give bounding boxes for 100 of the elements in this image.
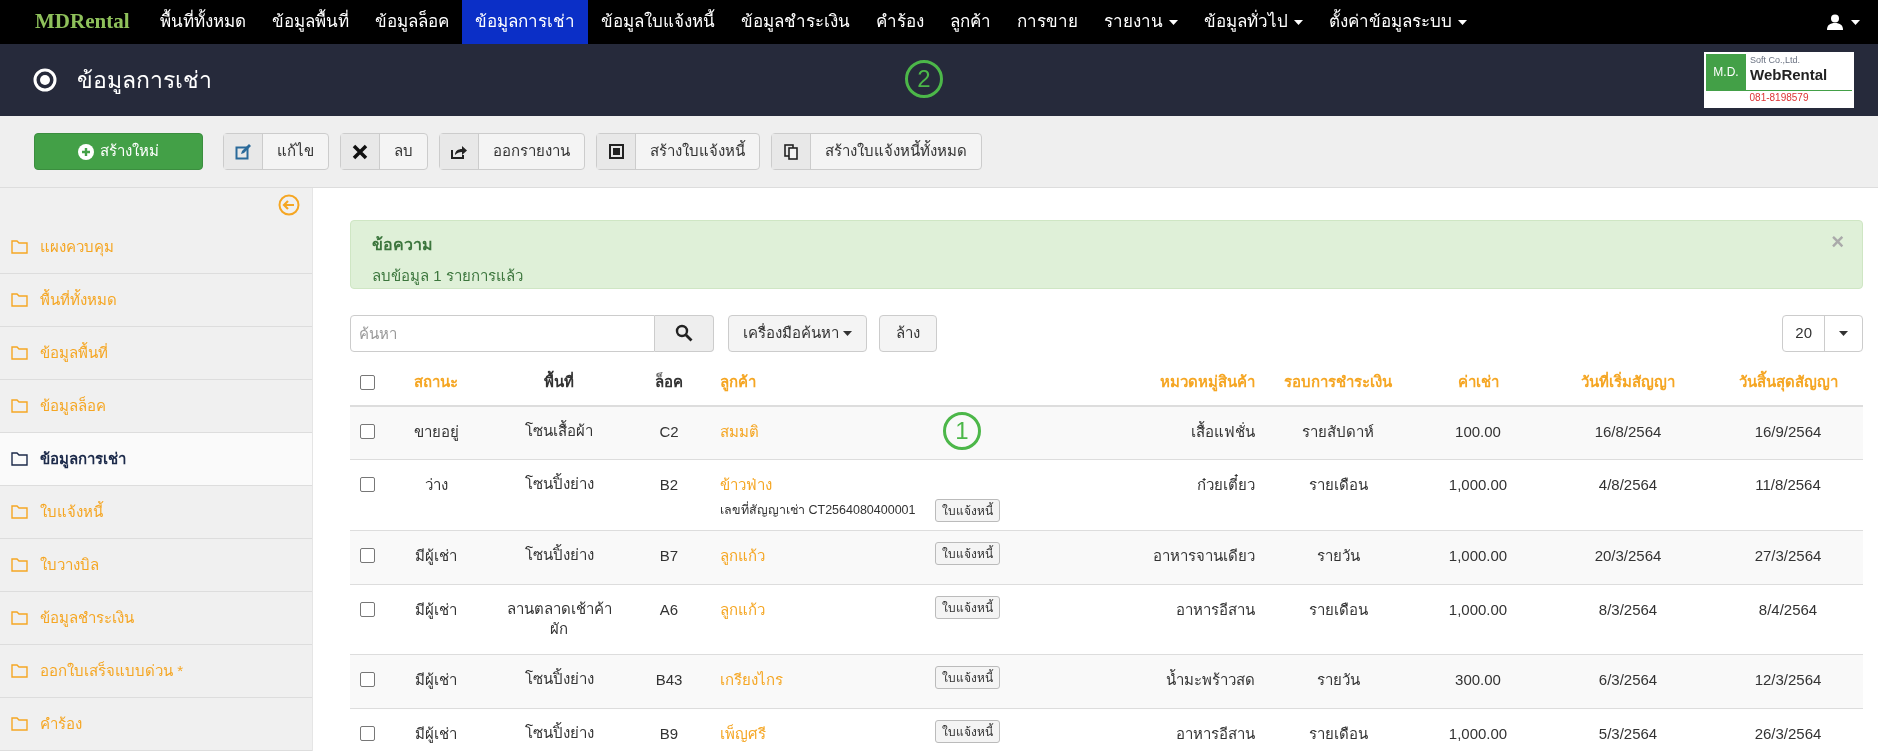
caret-icon: [1169, 19, 1179, 25]
toolbar-button[interactable]: ออกรายงาน: [439, 133, 585, 170]
copy-icon: [784, 143, 798, 160]
alert-title: ข้อความ: [372, 235, 434, 255]
table-cell: รายเดือน: [1308, 601, 1368, 618]
checkbox[interactable]: [360, 423, 375, 439]
nav-item[interactable]: พื้นที่ทั้งหมด: [147, 0, 260, 44]
close-icon: [352, 143, 368, 160]
table-cell: 16/9/2564: [1754, 422, 1822, 440]
table-cell: 6/3/2564: [1598, 671, 1658, 688]
caret-icon: [1294, 19, 1304, 25]
nav-item[interactable]: ข้อมูลชำระเงิน: [728, 0, 864, 44]
table-cell: A6: [659, 601, 679, 618]
logo-phone: 081-8198579: [1749, 91, 1809, 105]
clear-button[interactable]: ล้าง: [879, 314, 937, 352]
table-cell: มีผู้เช่า: [415, 547, 457, 564]
table-cell: 20/3/2564: [1594, 547, 1662, 564]
checkbox[interactable]: [360, 374, 375, 390]
nav-item[interactable]: รายงาน: [1091, 0, 1192, 44]
folder-icon: [11, 717, 28, 731]
invoice-button[interactable]: ใบแจ้งหนี้: [935, 720, 1000, 743]
folder-icon: [11, 505, 28, 519]
target-icon: [33, 68, 57, 92]
table-cell: ขายอยู่: [413, 422, 459, 440]
checkbox[interactable]: [360, 726, 375, 741]
callout-number: 2: [905, 60, 943, 98]
table-cell: โซนปิ้งย่าง: [524, 475, 594, 492]
logo-mark: M.D.: [1706, 54, 1746, 90]
table-cell: 27/3/2564: [1754, 547, 1822, 564]
folder-icon: [11, 240, 28, 254]
table-cell: รายเดือน: [1308, 725, 1368, 742]
nav-item[interactable]: คำร้อง: [863, 0, 938, 44]
toolbar-button[interactable]: ลบ: [340, 133, 428, 170]
folder-icon: [11, 558, 28, 572]
column-header: พื้นที่: [484, 359, 634, 406]
callout-number: 1: [943, 411, 981, 450]
user-icon[interactable]: [1827, 14, 1843, 30]
caret-icon: [843, 330, 852, 336]
table-cell: น้ำมะพร้าวสด: [1166, 671, 1255, 688]
table-cell: เสื้อแฟชั่น: [1191, 422, 1255, 440]
nav-item[interactable]: ข้อมูลล็อค: [362, 0, 463, 44]
share-icon: [451, 144, 467, 159]
table-cell: B7: [659, 547, 679, 564]
checkbox[interactable]: [360, 672, 375, 687]
table-cell: โซนเสื้อผ้า: [525, 421, 593, 439]
nav-item[interactable]: ตั้งค่าข้อมูลระบบ: [1316, 0, 1481, 44]
invoice-button[interactable]: ใบแจ้งหนี้: [935, 542, 1000, 565]
search-button[interactable]: [655, 314, 714, 352]
table-cell: 1,000.00: [1448, 725, 1508, 742]
table-cell: รายวัน: [1316, 671, 1360, 688]
table-cell: รายวัน: [1316, 547, 1360, 564]
table-cell: 26/3/2564: [1754, 725, 1822, 742]
table-cell: 5/3/2564: [1598, 725, 1658, 742]
table-cell: ลานตลาดเช้าค้าผัก: [506, 600, 612, 637]
table-cell: B43: [655, 671, 683, 688]
table-cell: 8/4/2564: [1758, 601, 1818, 618]
invoice-button[interactable]: ใบแจ้งหนี้: [935, 596, 1000, 619]
toolbar-button[interactable]: สร้างใบแจ้งหนี้ทั้งหมด: [771, 133, 982, 170]
caret-icon: [1458, 19, 1468, 25]
nav-item[interactable]: ข้อมูลทั่วไป: [1191, 0, 1317, 44]
table-cell: รายเดือน: [1308, 476, 1368, 493]
brand-logo[interactable]: MDRental: [0, 0, 148, 44]
table-cell: 300.00: [1455, 671, 1501, 688]
table-cell: มีผู้เช่า: [415, 601, 457, 618]
table-cell: โซนปิ้งย่าง: [524, 546, 594, 563]
table-cell: โซนปิ้งย่าง: [524, 670, 594, 687]
contract-number: เลขที่สัญญาเช่า CT2564080400001: [720, 500, 917, 519]
caret-icon[interactable]: [1851, 19, 1860, 25]
stop-square-icon: [608, 144, 624, 159]
nav-item[interactable]: ข้อมูลพื้นที่: [259, 0, 363, 44]
nav-item[interactable]: ลูกค้า: [937, 0, 1005, 44]
table-cell: อาหารอีสาน: [1176, 725, 1255, 742]
plus-circle-icon: [78, 143, 94, 160]
column-header: ล็อค: [634, 359, 704, 406]
table-cell: ว่าง: [424, 476, 448, 493]
checkbox[interactable]: [360, 602, 375, 617]
caret-icon: [1839, 330, 1848, 336]
table-cell: โซนปิ้งย่าง: [524, 724, 594, 741]
sidebar-item[interactable]: ข้อมูลการเช่า: [0, 433, 312, 486]
toolbar-button[interactable]: แก้ไข: [223, 133, 329, 170]
table-cell: มีผู้เช่า: [415, 671, 457, 688]
folder-icon: [11, 664, 28, 678]
table-cell: มีผู้เช่า: [415, 725, 457, 742]
invoice-button[interactable]: ใบแจ้งหนี้: [935, 499, 1000, 522]
checkbox[interactable]: [360, 477, 375, 492]
table-cell: 1,000.00: [1448, 547, 1508, 564]
invoice-button[interactable]: ใบแจ้งหนี้: [935, 666, 1000, 689]
nav-item[interactable]: ข้อมูลการเช่า: [462, 0, 589, 44]
logo-name: WebRental: [1750, 66, 1828, 84]
search-tools-button[interactable]: เครื่องมือค้นหา: [728, 314, 867, 352]
toolbar-button[interactable]: สร้างใบแจ้งหนี้: [596, 133, 760, 170]
table-cell: 100.00: [1455, 422, 1501, 440]
table-cell: 8/3/2564: [1598, 601, 1658, 618]
page-size-select[interactable]: 20: [1782, 314, 1863, 352]
table-cell: อาหารอีสาน: [1176, 601, 1255, 618]
checkbox[interactable]: [360, 548, 375, 563]
nav-item[interactable]: ข้อมูลใบแจ้งหนี้: [588, 0, 729, 44]
nav-item[interactable]: การขาย: [1004, 0, 1092, 44]
table-cell: 16/8/2564: [1594, 422, 1662, 440]
search-field[interactable]: ค้นหา: [350, 314, 655, 352]
